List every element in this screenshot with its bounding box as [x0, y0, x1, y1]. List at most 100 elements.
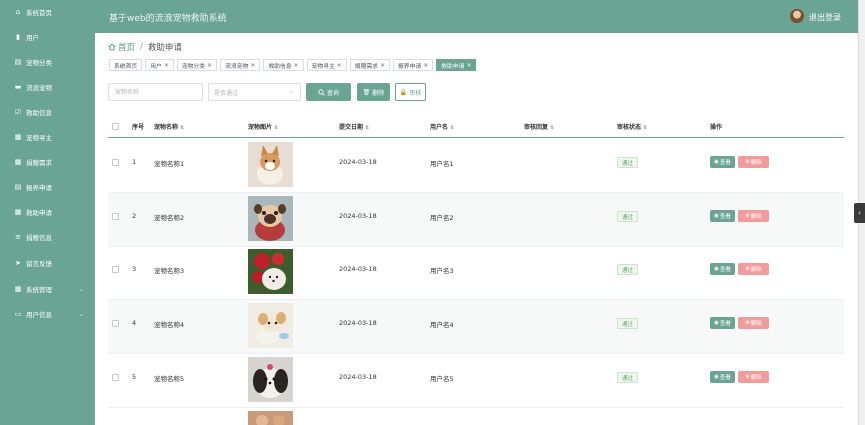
row-checkbox[interactable] — [112, 320, 119, 327]
table-row: 1 宠物名称1 2024-03-18 用户名1 通过 ◉ 查看 ⊗ 删除 — [108, 139, 844, 193]
column-header-audit-reply[interactable]: 审核回复 ⇅ — [524, 122, 554, 131]
grid-icon: ▦ — [14, 133, 22, 141]
sidebar-item-label: 系统首页 — [26, 9, 52, 17]
sidebar-item[interactable]: ▦ 宠物寻主 — [0, 128, 95, 146]
delete-button[interactable]: ⊗ 删除 — [738, 371, 769, 383]
delete-button[interactable]: ⊗ 删除 — [738, 210, 769, 222]
cell-index: 1 — [132, 158, 137, 166]
side-panel-toggle-icon[interactable]: ‹ — [854, 203, 865, 223]
delete-button[interactable]: ⊗ 删除 — [738, 263, 769, 275]
grid-icon: ▦ — [14, 285, 22, 293]
sidebar-item[interactable]: ▭ 用户信息 ⌄ — [0, 305, 95, 323]
view-button[interactable]: ◉ 查看 — [710, 317, 735, 329]
sidebar-item[interactable]: ☑ 救助信息 — [0, 103, 95, 121]
view-button[interactable]: ◉ 查看 — [710, 210, 735, 222]
view-button[interactable]: ◉ 查看 — [710, 371, 735, 383]
sliders-icon: ≡ — [15, 233, 21, 241]
tag-tab[interactable]: 宠物分类 × — [176, 59, 218, 71]
breadcrumb-home-label: 首页 — [118, 43, 136, 53]
close-circle-icon: ⊗ — [745, 374, 750, 380]
user-avatar[interactable] — [790, 9, 804, 23]
sidebar-item-label: 捐赠需求 — [26, 159, 52, 167]
sidebar-item[interactable]: ▦ 捐赠需求 — [0, 153, 95, 171]
sidebar-item[interactable]: ▤ 宠物分类 — [0, 53, 95, 71]
delete-button[interactable]: ⊗ 删除 — [738, 156, 769, 168]
delete-button-label: 删除 — [750, 160, 762, 166]
tag-tabs: 系统首页 用户 × 宠物分类 × 流浪宠物 × 救助信息 × 宠物寻主 × 捐赠需求 × 报养申请 × 救助申… — [109, 59, 477, 71]
breadcrumb-home[interactable]: 首页 — [108, 41, 135, 53]
close-icon[interactable]: × — [466, 62, 471, 69]
audit-button[interactable]: 🔒 审核 — [395, 83, 426, 101]
view-button-label: 查看 — [719, 214, 731, 220]
view-button[interactable]: ◉ 查看 — [710, 156, 735, 168]
close-circle-icon: ⊗ — [745, 266, 750, 272]
close-icon[interactable]: × — [380, 62, 385, 69]
tag-tab[interactable]: 救助信息 × — [263, 59, 304, 71]
cell-username: 用户名1 — [430, 160, 454, 168]
sort-icon: ⇅ — [180, 125, 185, 131]
sidebar-item[interactable]: ≡ 捐赠信息 — [0, 228, 95, 246]
pet-image[interactable] — [248, 142, 293, 187]
tag-tab[interactable]: 流浪宠物 × — [220, 59, 261, 71]
close-icon[interactable]: × — [250, 62, 255, 69]
close-circle-icon: ⊗ — [745, 320, 750, 326]
view-button[interactable]: ◉ 查看 — [710, 263, 735, 275]
tag-tab[interactable]: 系统首页 — [109, 59, 143, 71]
row-checkbox[interactable] — [112, 266, 119, 273]
tag-tab-label: 救助申请 — [441, 63, 465, 70]
column-header-username[interactable]: 用户名 ⇅ — [430, 122, 454, 131]
lock-icon: 🔒 — [399, 88, 408, 96]
row-checkbox[interactable] — [112, 374, 119, 381]
sidebar-item[interactable]: ➤ 留言反馈 — [0, 254, 95, 272]
approval-status-select[interactable]: 是否通过 ⌄ — [208, 83, 301, 101]
pet-name-search-input[interactable] — [108, 83, 203, 101]
tag-tab[interactable]: 用户 × — [145, 59, 174, 71]
sidebar-item-label: 用户 — [26, 34, 39, 42]
tag-tab[interactable]: 救助申请 × — [436, 59, 477, 71]
table-row: 2 宠物名称2 2024-03-18 用户名2 通过 ◉ 查看 ⊗ 删除 — [108, 193, 844, 247]
sidebar-item-label: 救助申请 — [26, 209, 52, 217]
batch-delete-button[interactable]: 🗑 删除 — [357, 83, 390, 101]
delete-button-label: 删除 — [750, 375, 762, 381]
select-all-checkbox[interactable] — [112, 123, 119, 130]
query-button[interactable]: 查询 — [306, 83, 351, 101]
column-header-pet-name[interactable]: 宠物名称 ⇅ — [154, 122, 184, 131]
close-icon[interactable]: × — [294, 62, 299, 69]
column-header-pet-image[interactable]: 宠物图片 ⇅ — [248, 122, 278, 131]
pet-image[interactable] — [248, 196, 293, 241]
cell-submit-date: 2024-03-18 — [339, 373, 377, 381]
top-header-bar: 基于web的流浪宠物救助系统 退出登录 — [0, 0, 858, 33]
close-icon[interactable]: × — [423, 62, 428, 69]
sidebar-item[interactable]: ⌂ 系统首页 — [0, 3, 95, 21]
delete-button-label: 删除 — [750, 267, 762, 273]
row-checkbox[interactable] — [112, 159, 119, 166]
column-header-audit-status[interactable]: 审核状态 ⇅ — [617, 122, 647, 131]
column-header-submit-date[interactable]: 提交日期 ⇅ — [339, 122, 369, 131]
tag-tab-label: 用户 — [150, 63, 162, 70]
table-header: 序号 宠物名称 ⇅ 宠物图片 ⇅ 提交日期 ⇅ 用户名 ⇅ 审核回复 ⇅ 审核状态 ⇅ 操作 — [108, 116, 844, 138]
row-checkbox[interactable] — [112, 213, 119, 220]
delete-button[interactable]: ⊗ 删除 — [738, 317, 769, 329]
sidebar-item-label: 宠物分类 — [26, 59, 52, 67]
cell-pet-name: 宠物名称5 — [154, 375, 185, 383]
sidebar: ⌂ 系统首页 ▮ 用户 ▤ 宠物分类 ▬ 流浪宠物 ☑ 救助信息 ▦ 宠物寻主 ▦ 捐赠需求 ▤ 报养申请 ▦ 救… — [0, 0, 95, 425]
bar-chart-icon: ▮ — [16, 33, 20, 41]
pet-image[interactable] — [248, 303, 293, 348]
sidebar-item[interactable]: ▤ 报养申请 — [0, 178, 95, 196]
tag-tab[interactable]: 报养申请 × — [393, 59, 434, 71]
pet-image[interactable] — [248, 357, 293, 402]
sidebar-item[interactable]: ▦ 救助申请 — [0, 203, 95, 221]
sidebar-item[interactable]: ▦ 系统管理 ⌄ — [0, 280, 95, 298]
close-icon[interactable]: × — [207, 62, 212, 69]
column-header-index: 序号 — [132, 124, 145, 131]
pet-image[interactable] — [248, 249, 293, 294]
eye-icon: ◉ — [714, 159, 719, 165]
close-icon[interactable]: × — [164, 62, 169, 69]
tag-tab[interactable]: 捐赠需求 × — [349, 59, 391, 71]
tag-tab[interactable]: 宠物寻主 × — [306, 59, 347, 71]
close-icon[interactable]: × — [337, 62, 342, 69]
sidebar-item[interactable]: ▬ 流浪宠物 — [0, 78, 95, 96]
cell-pet-name: 宠物名称1 — [154, 160, 185, 168]
sidebar-item[interactable]: ▮ 用户 — [0, 28, 95, 46]
logout-link[interactable]: 退出登录 — [809, 12, 841, 23]
